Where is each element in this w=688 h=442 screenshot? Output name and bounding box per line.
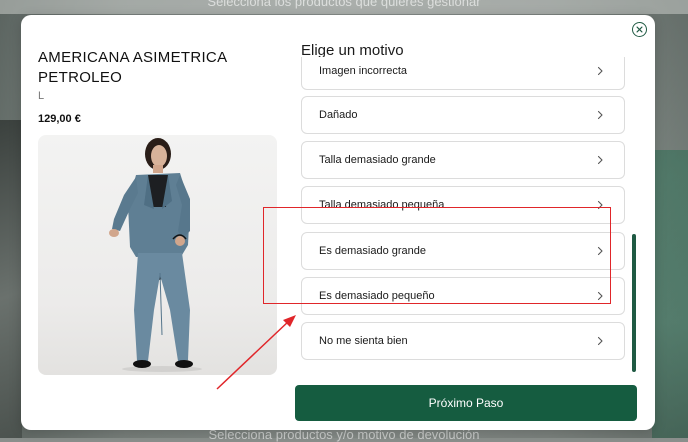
close-button[interactable] bbox=[632, 22, 647, 37]
reason-option[interactable]: Dañado bbox=[301, 96, 625, 134]
chevron-right-icon bbox=[597, 336, 603, 346]
reason-label: Es demasiado grande bbox=[319, 245, 427, 257]
scrollbar-thumb[interactable] bbox=[632, 234, 636, 372]
background-image-right bbox=[652, 150, 688, 438]
background-top-text: Selecciona los productos que quieres ges… bbox=[207, 0, 481, 9]
product-size: L bbox=[38, 90, 45, 102]
chevron-right-icon bbox=[597, 291, 603, 301]
product-name: AMERICANA ASIMETRICA PETROLEO bbox=[38, 49, 227, 86]
close-icon bbox=[636, 26, 643, 33]
reason-label: Talla demasiado pequeña bbox=[319, 199, 445, 211]
chevron-right-icon bbox=[597, 110, 603, 120]
reason-option[interactable]: Imagen incorrecta bbox=[301, 57, 625, 90]
reason-option[interactable]: Talla demasiado grande bbox=[301, 141, 625, 179]
reason-label: Imagen incorrecta bbox=[319, 65, 408, 77]
chevron-right-icon bbox=[597, 66, 603, 76]
product-price: 129,00 € bbox=[38, 113, 81, 125]
reasons-list[interactable]: Imagen incorrecta Dañado Talla demasiado… bbox=[300, 57, 627, 369]
chevron-right-icon bbox=[597, 246, 603, 256]
reason-label: No me sienta bien bbox=[319, 335, 408, 347]
reason-label: Dañado bbox=[319, 109, 358, 121]
reason-label: Es demasiado pequeño bbox=[319, 290, 435, 302]
reason-option[interactable]: Es demasiado pequeño bbox=[301, 277, 625, 315]
reasons-scrollbar[interactable] bbox=[632, 220, 636, 372]
product-image bbox=[38, 135, 277, 375]
return-reason-modal: AMERICANA ASIMETRICA PETROLEO L 129,00 € bbox=[21, 15, 655, 430]
reason-label: Talla demasiado grande bbox=[319, 154, 436, 166]
reason-option[interactable]: Talla demasiado pequeña bbox=[301, 186, 625, 224]
chevron-right-icon bbox=[597, 200, 603, 210]
reason-option[interactable]: Es demasiado grande bbox=[301, 232, 625, 270]
chevron-right-icon bbox=[597, 155, 603, 165]
reason-option[interactable]: No me sienta bien bbox=[301, 322, 625, 360]
background-image-left bbox=[0, 120, 22, 438]
next-step-button[interactable]: Próximo Paso bbox=[295, 385, 637, 421]
